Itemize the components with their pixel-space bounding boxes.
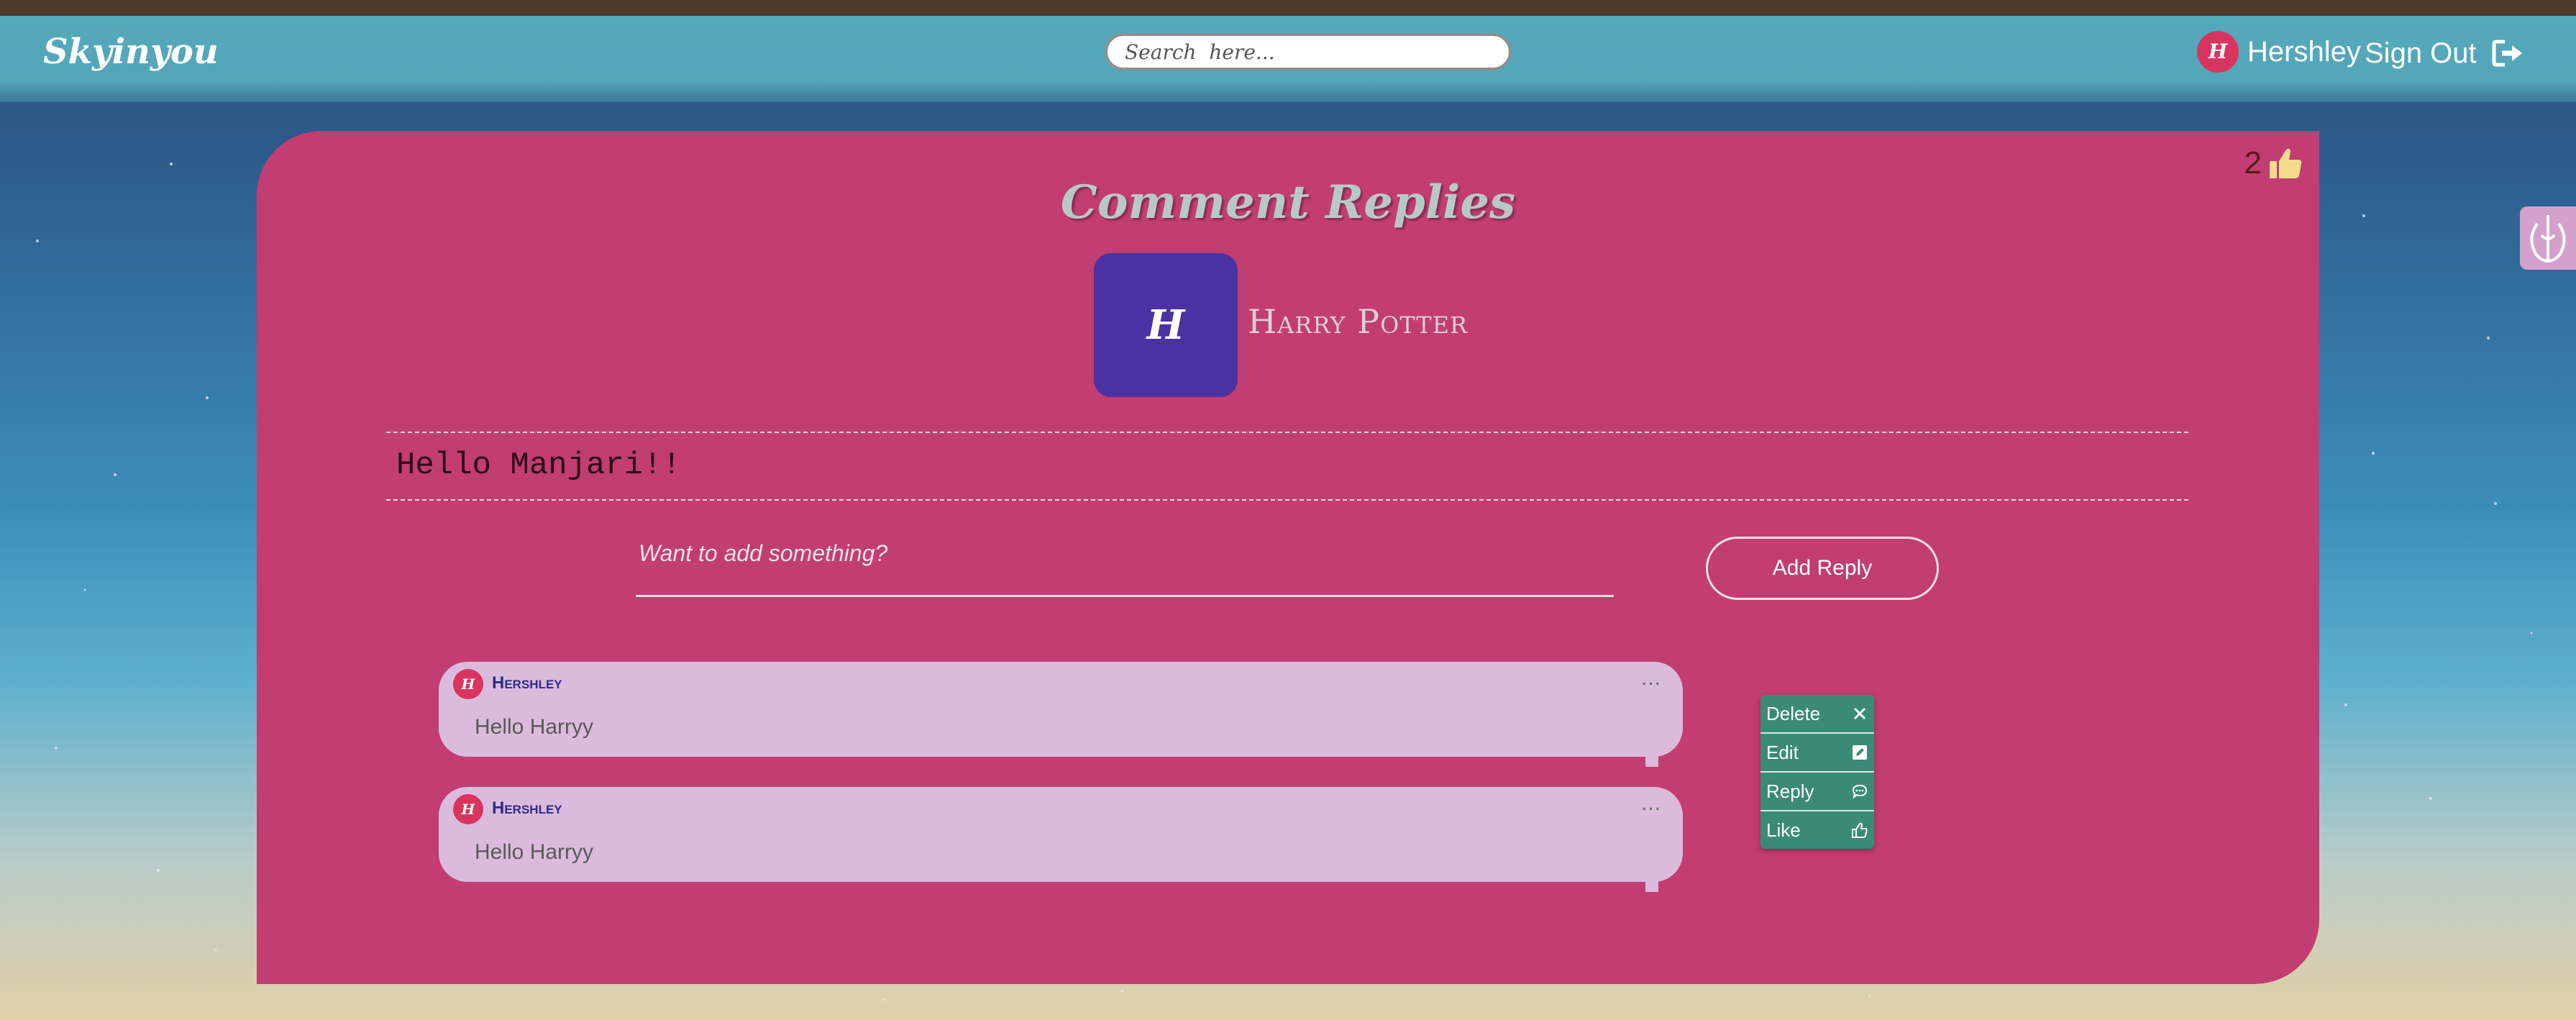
reply-avatar[interactable]: H <box>453 794 483 824</box>
user-avatar[interactable]: H <box>2197 31 2239 73</box>
menu-item-reply[interactable]: Reply <box>1760 773 1874 811</box>
reply-item: H Hershley Hello Harryy ... <box>439 787 1683 892</box>
brand-logo[interactable]: Skyinyou <box>43 32 219 72</box>
menu-item-label: Delete <box>1766 703 1821 724</box>
user-name[interactable]: Hershley <box>2247 36 2361 68</box>
comment-body: Hello Manjari!! <box>386 432 2188 501</box>
reply-text: Hello Harryy <box>475 840 594 864</box>
reply-author[interactable]: Hershley <box>492 798 562 819</box>
menu-item-like[interactable]: Like <box>1760 811 1874 849</box>
menu-item-label: Reply <box>1766 780 1814 802</box>
more-options-icon[interactable]: ... <box>1641 791 1661 816</box>
thumbs-up-icon <box>1852 822 1868 838</box>
comment-icon <box>1852 784 1868 799</box>
close-icon <box>1853 707 1866 720</box>
bubble-tail <box>1645 879 1658 892</box>
menu-item-label: Edit <box>1766 742 1799 763</box>
reply-avatar[interactable]: H <box>453 669 483 699</box>
navbar: Skyinyou H Hershley Sign Out <box>0 16 2576 102</box>
edit-icon <box>1853 745 1867 760</box>
add-reply-button[interactable]: Add Reply <box>1706 537 1939 600</box>
search-input[interactable] <box>1105 33 1512 70</box>
author-avatar[interactable]: H <box>1094 253 1238 397</box>
reply-item: H Hershley Hello Harryy ... <box>439 662 1683 767</box>
more-options-icon[interactable]: ... <box>1641 666 1661 691</box>
jedi-emblem-icon <box>2530 215 2566 263</box>
reply-author[interactable]: Hershley <box>492 673 562 693</box>
sign-out-icon[interactable] <box>2492 39 2525 68</box>
reply-input[interactable] <box>636 534 1614 597</box>
sign-out-link[interactable]: Sign Out <box>2365 37 2477 70</box>
menu-item-edit[interactable]: Edit <box>1760 734 1874 773</box>
comment-text: Hello Manjari!! <box>396 447 682 483</box>
menu-item-delete[interactable]: Delete <box>1760 695 1874 734</box>
author-name[interactable]: Harry Potter <box>1248 302 1468 341</box>
side-tab[interactable] <box>2520 206 2576 270</box>
menu-item-label: Like <box>1766 819 1801 841</box>
bubble-tail <box>1645 754 1658 767</box>
reply-text: Hello Harryy <box>475 715 594 739</box>
reply-options-menu: Delete Edit Reply Like <box>1760 695 1874 849</box>
page-title: Comment Replies <box>1060 176 1516 229</box>
